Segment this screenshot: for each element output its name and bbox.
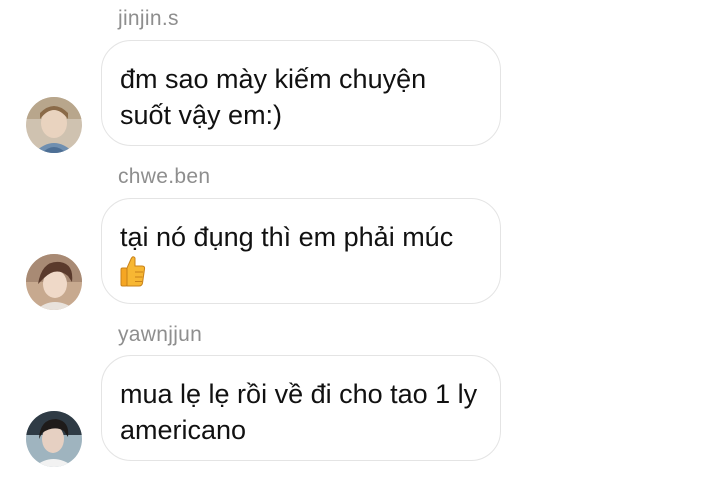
sender-username[interactable]: yawnjjun bbox=[118, 323, 202, 347]
avatar-image bbox=[26, 97, 82, 153]
message-text: tại nó đụng thì em phải múc bbox=[120, 222, 454, 252]
avatar[interactable] bbox=[26, 97, 82, 153]
avatar[interactable] bbox=[26, 411, 82, 467]
sender-username[interactable]: jinjin.s bbox=[118, 7, 179, 31]
message-text: mua lẹ lẹ rồi về đi cho tao 1 ly america… bbox=[120, 379, 478, 445]
message-bubble[interactable]: đm sao mày kiếm chuyện suốt vậy em:) bbox=[101, 40, 501, 146]
message-bubble[interactable]: mua lẹ lẹ rồi về đi cho tao 1 ly america… bbox=[101, 355, 501, 461]
avatar[interactable] bbox=[26, 254, 82, 310]
avatar-image bbox=[26, 411, 82, 467]
thumbs-up-icon bbox=[120, 255, 146, 296]
message-text: đm sao mày kiếm chuyện suốt vậy em:) bbox=[120, 64, 427, 130]
avatar-image bbox=[26, 254, 82, 310]
message-bubble[interactable]: tại nó đụng thì em phải múc bbox=[101, 198, 501, 304]
sender-username[interactable]: chwe.ben bbox=[118, 165, 210, 189]
